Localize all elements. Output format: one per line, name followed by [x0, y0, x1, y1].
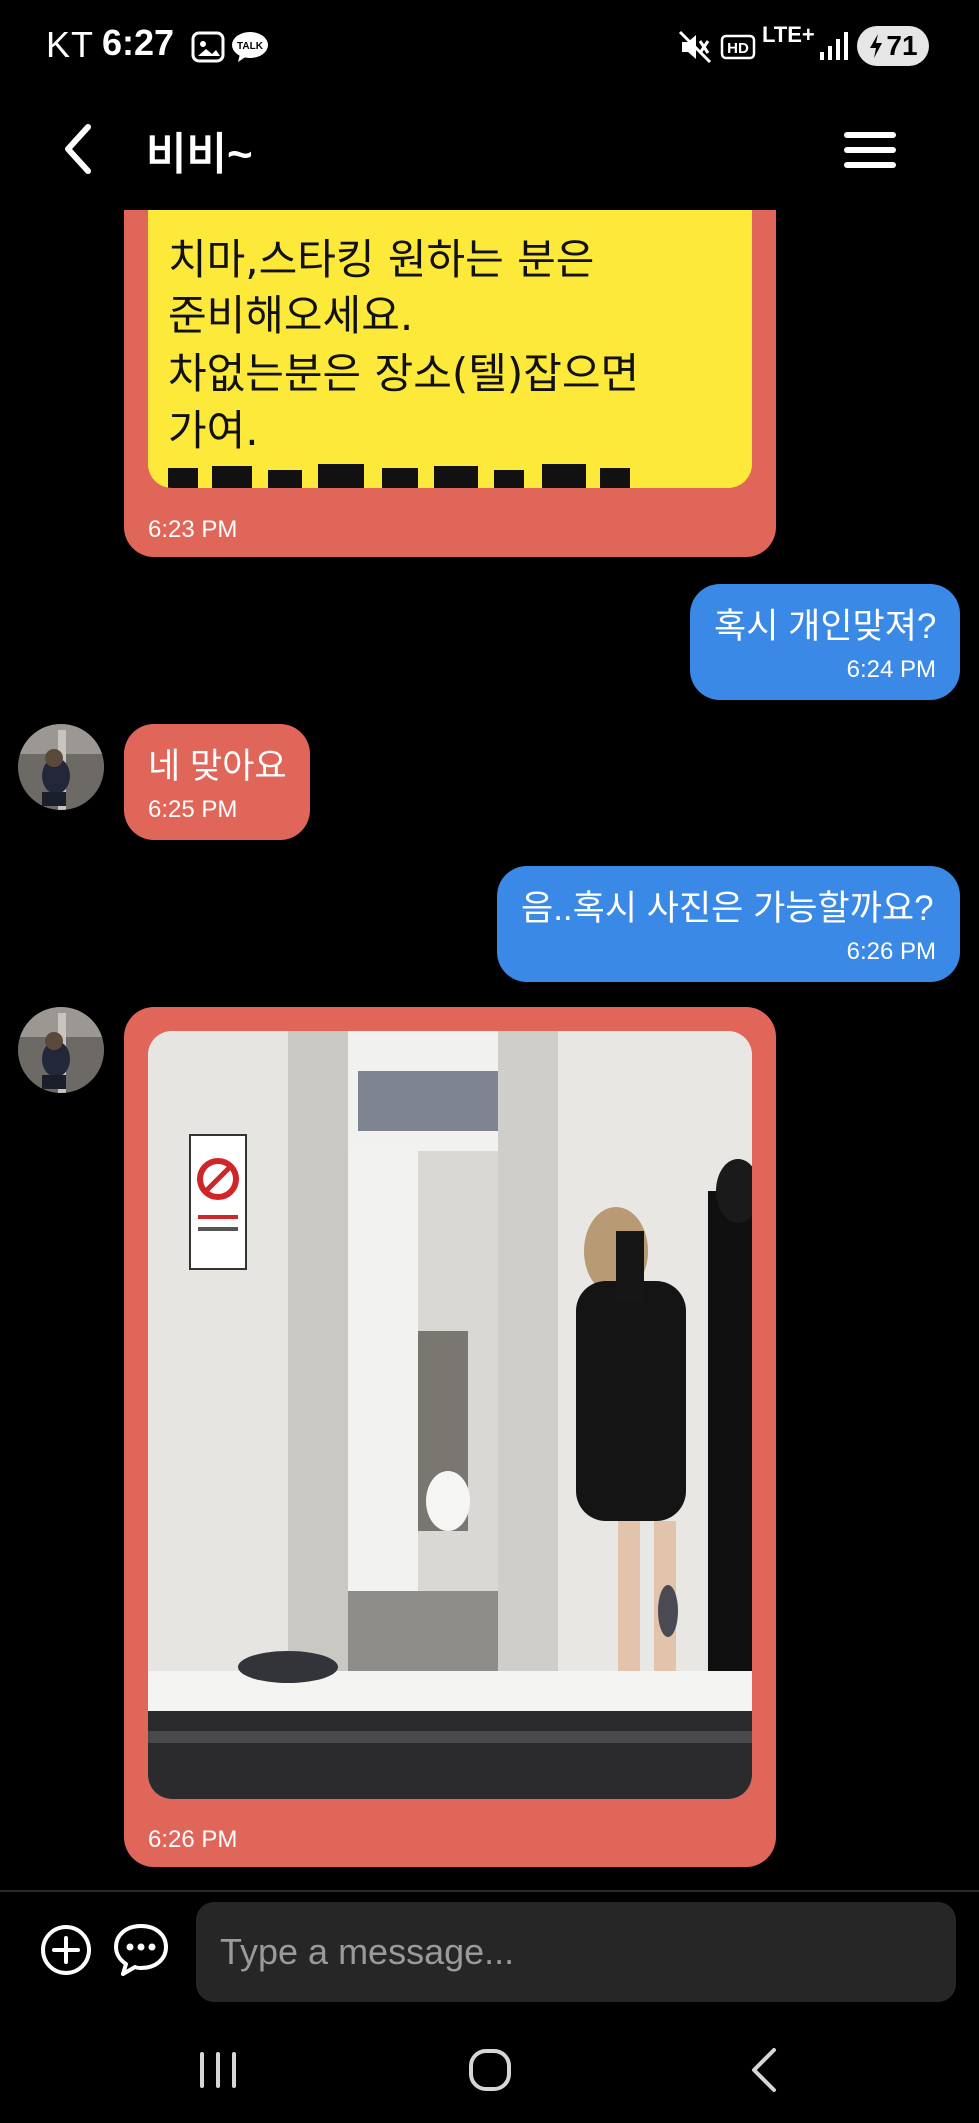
- notice-line: 차없는분은 장소(텔)잡으면: [168, 349, 640, 398]
- back-button[interactable]: [48, 114, 108, 184]
- chat-header: 비비~: [0, 92, 979, 210]
- battery-charging-icon: 71: [857, 26, 929, 66]
- cropped-text-row: [168, 464, 630, 488]
- chevron-left-icon: [65, 124, 91, 174]
- message-time: 6:26 PM: [148, 1826, 238, 1853]
- recent-apps-button[interactable]: [188, 2040, 248, 2100]
- sticker-button[interactable]: [112, 1922, 168, 1978]
- notice-line: 준비해오세요.: [168, 291, 414, 340]
- message-time: 6:24 PM: [846, 656, 936, 683]
- incoming-message-bubble[interactable]: 네 맞아요 6:25 PM: [124, 724, 310, 840]
- lte-icon: LTE+: [762, 22, 815, 47]
- home-icon: [469, 2049, 511, 2091]
- menu-button[interactable]: [838, 120, 902, 180]
- back-icon: [752, 2048, 776, 2092]
- gallery-icon: [190, 30, 226, 69]
- mute-icon: [678, 30, 712, 69]
- svg-text:TALK: TALK: [237, 41, 264, 52]
- battery-level: 71: [886, 30, 918, 61]
- notice-line: 치마,스타킹 원하는 분은: [168, 235, 595, 284]
- shared-photo[interactable]: [148, 1031, 752, 1799]
- system-back-button[interactable]: [736, 2040, 796, 2100]
- carrier-label: KT: [46, 24, 95, 65]
- plus-circle-icon: [41, 1925, 91, 1975]
- avatar[interactable]: [18, 1007, 104, 1093]
- outgoing-message-bubble[interactable]: 음..혹시 사진은 가능할까요? 6:26 PM: [497, 866, 960, 982]
- home-button[interactable]: [460, 2040, 520, 2100]
- message-text: 혹시 개인맞져?: [714, 607, 937, 646]
- chat-title: 비비~: [146, 130, 253, 179]
- notice-line: 가여.: [168, 406, 259, 455]
- message-list[interactable]: 치마,스타킹 원하는 분은 준비해오세요. 차없는분은 장소(텔)잡으면 가여.…: [0, 210, 979, 1890]
- notice-image[interactable]: 치마,스타킹 원하는 분은 준비해오세요. 차없는분은 장소(텔)잡으면 가여.: [148, 210, 752, 488]
- avatar[interactable]: [18, 724, 104, 810]
- message-time: 6:23 PM: [148, 516, 238, 543]
- outgoing-message-bubble[interactable]: 혹시 개인맞져? 6:24 PM: [690, 584, 960, 700]
- message-text: 음..혹시 사진은 가능할까요?: [521, 889, 934, 928]
- system-navigation-bar: [0, 2010, 979, 2123]
- message-composer: [0, 1890, 979, 2010]
- message-time: 6:26 PM: [846, 938, 936, 965]
- recent-apps-icon: [200, 2052, 236, 2088]
- chat-bubble-icon: [114, 1924, 168, 1976]
- talk-icon: TALK: [230, 30, 270, 69]
- message-input[interactable]: [196, 1902, 956, 2002]
- message-time: 6:25 PM: [148, 796, 238, 823]
- add-attachment-button[interactable]: [38, 1922, 94, 1978]
- hd-voice-icon: HD: [720, 30, 756, 69]
- signal-icon: [818, 30, 848, 67]
- status-bar: KT 6:27 TALK HD LTE+ 71: [0, 0, 979, 92]
- status-time: 6:27: [102, 22, 175, 63]
- message-text: 네 맞아요: [148, 747, 287, 786]
- hamburger-menu-icon: [844, 132, 896, 168]
- svg-text:HD: HD: [727, 40, 749, 57]
